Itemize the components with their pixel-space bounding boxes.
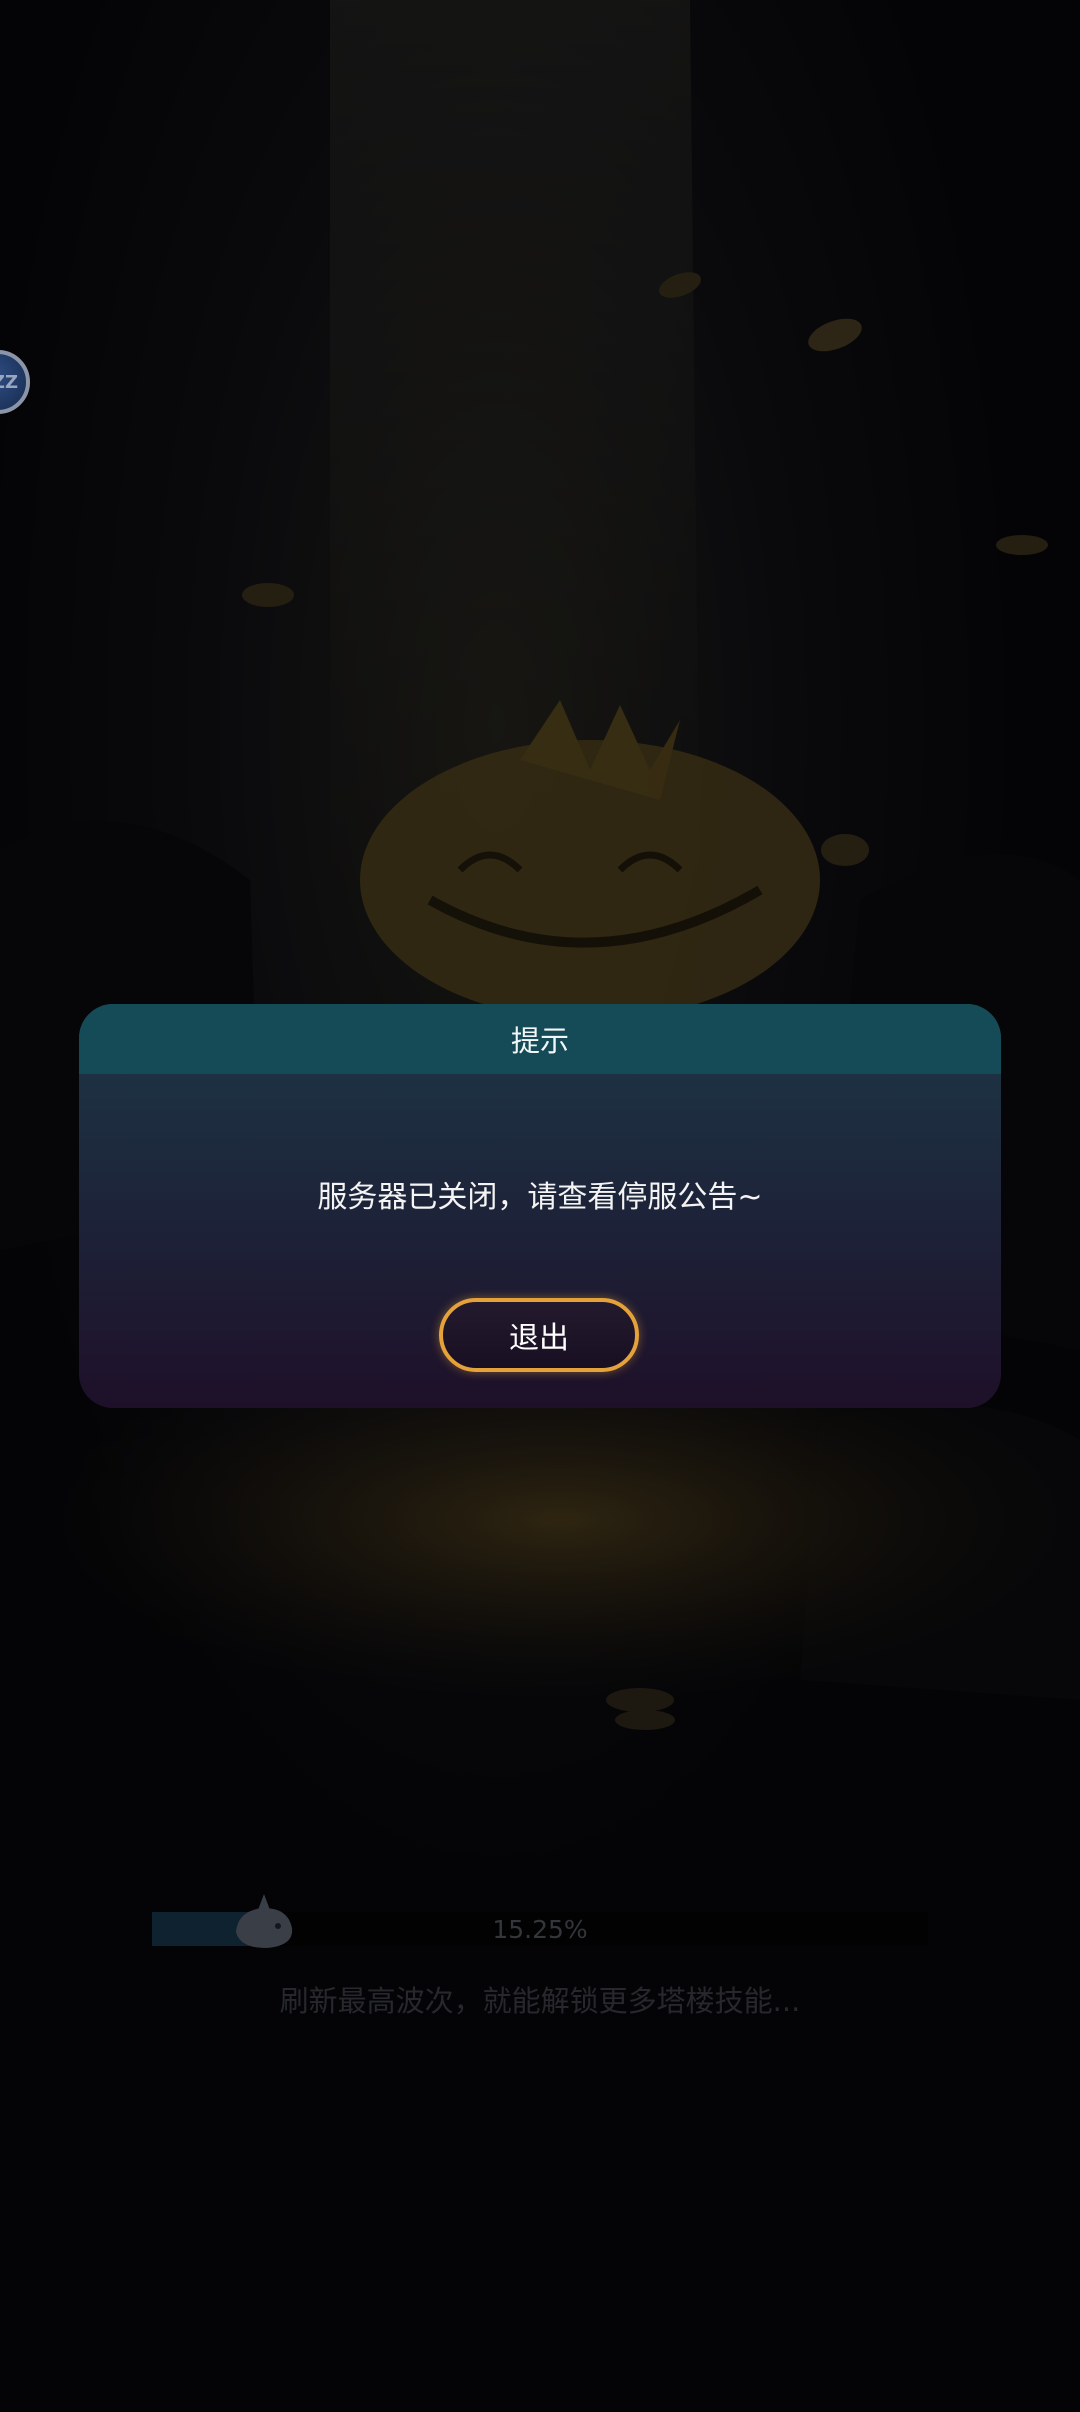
loading-tip-text: 刷新最高波次，就能解锁更多塔楼技能... <box>279 1984 801 2018</box>
exit-button[interactable]: 退出 <box>439 1298 639 1372</box>
notice-dialog: 提示 服务器已关闭，请查看停服公告~ 退出 <box>79 1004 1001 1408</box>
dialog-header: 提示 <box>79 1004 1001 1074</box>
dialog-title: 提示 <box>510 1024 569 1058</box>
floating-assistant-label: ZZ <box>0 371 18 393</box>
progress-mascot-icon <box>236 1894 293 1948</box>
dialog-message: 服务器已关闭，请查看停服公告~ <box>317 1180 763 1215</box>
